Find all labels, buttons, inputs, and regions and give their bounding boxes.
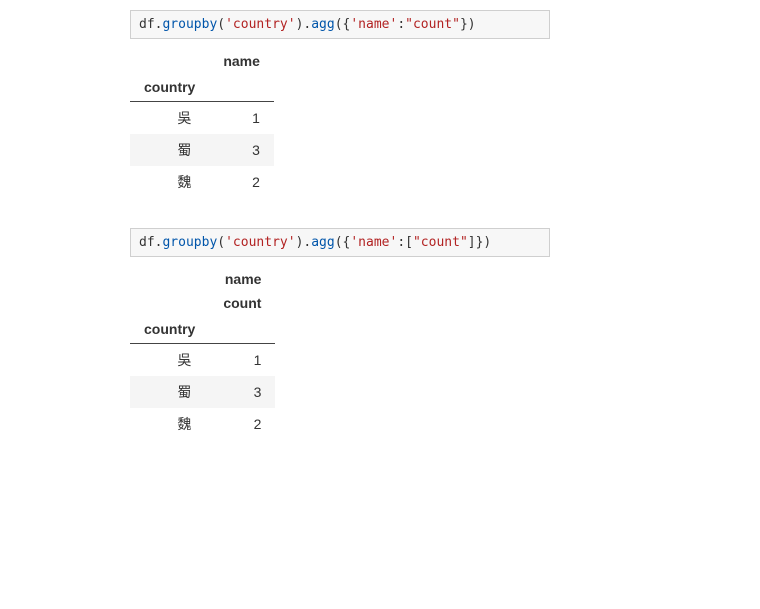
code-token: agg <box>311 235 334 250</box>
table-corner <box>130 49 209 73</box>
table-row: 魏2 <box>130 408 275 440</box>
table-row: 蜀3 <box>130 134 274 166</box>
output-table-2: name count country 吳1蜀3魏2 <box>130 267 275 440</box>
code-token: agg <box>311 17 334 32</box>
index-name: country <box>130 315 209 344</box>
code-token: 'country' <box>225 235 295 250</box>
cell-value: 2 <box>209 166 274 198</box>
code-token: df <box>139 235 155 250</box>
code-token: 'country' <box>225 17 295 32</box>
row-index: 蜀 <box>130 134 209 166</box>
code-token: ({ <box>335 235 351 250</box>
cell-value: 2 <box>209 408 275 440</box>
blank-header <box>209 73 274 102</box>
column-header-level0: name <box>209 267 275 291</box>
code-token: ]}) <box>468 235 491 250</box>
code-cell-2: df.groupby('country').agg({'name':["coun… <box>130 228 550 257</box>
code-token: : <box>397 17 405 32</box>
column-header: name <box>209 49 274 73</box>
row-index: 蜀 <box>130 376 209 408</box>
table-corner <box>130 291 209 315</box>
cell-value: 3 <box>209 376 275 408</box>
blank-header <box>209 315 275 344</box>
code-token: :[ <box>397 235 413 250</box>
code-token: }) <box>460 17 476 32</box>
cell-value: 1 <box>209 344 275 377</box>
cell-value: 3 <box>209 134 274 166</box>
cell-value: 1 <box>209 102 274 135</box>
column-header-level1: count <box>209 291 275 315</box>
table-row: 吳1 <box>130 102 274 135</box>
table-row: 魏2 <box>130 166 274 198</box>
row-index: 魏 <box>130 408 209 440</box>
code-token: "count" <box>413 235 468 250</box>
table-row: 蜀3 <box>130 376 275 408</box>
code-token: groupby <box>162 235 217 250</box>
table-corner <box>130 267 209 291</box>
row-index: 魏 <box>130 166 209 198</box>
code-token: "count" <box>405 17 460 32</box>
code-token: 'name' <box>350 17 397 32</box>
code-token: 'name' <box>350 235 397 250</box>
index-name: country <box>130 73 209 102</box>
code-token: groupby <box>162 17 217 32</box>
code-token: ( <box>217 17 225 32</box>
table-row: 吳1 <box>130 344 275 377</box>
output-table-1: name country 吳1蜀3魏2 <box>130 49 274 198</box>
code-token: ({ <box>335 17 351 32</box>
code-token: df <box>139 17 155 32</box>
code-cell-1: df.groupby('country').agg({'name':"count… <box>130 10 550 39</box>
row-index: 吳 <box>130 102 209 135</box>
row-index: 吳 <box>130 344 209 377</box>
code-token: ( <box>217 235 225 250</box>
